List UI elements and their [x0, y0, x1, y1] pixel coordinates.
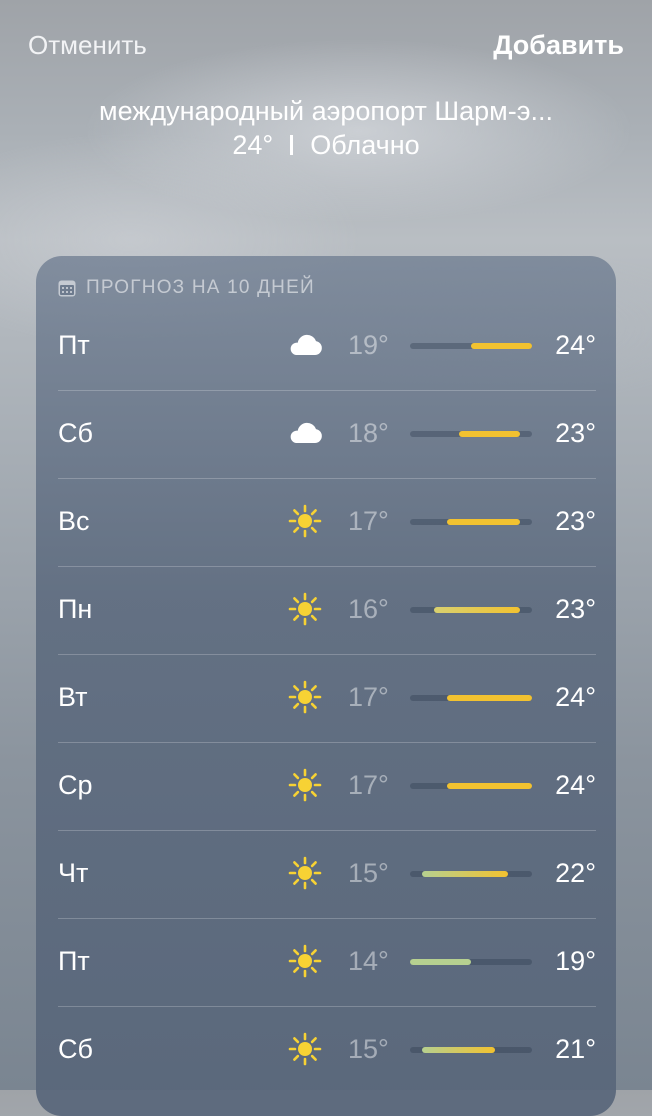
cancel-button[interactable]: Отменить: [28, 30, 147, 61]
separator: [290, 135, 294, 155]
row-divider: [58, 830, 596, 831]
temperature-range-bar: [410, 1047, 532, 1053]
day-label: Вс: [58, 506, 90, 536]
temperature-range-fill: [410, 959, 471, 965]
cloud-icon: [286, 328, 324, 362]
day-label: Сб: [58, 1034, 93, 1064]
temperature-range-fill: [446, 519, 520, 525]
high-temperature: 23°: [555, 506, 596, 536]
temperature-range-bar: [410, 871, 532, 877]
sun-icon: [286, 856, 324, 890]
day-label: Пт: [58, 946, 90, 976]
sun-icon: [286, 504, 324, 538]
forecast-row: Ср 17° 24°: [58, 742, 596, 830]
temperature-range-fill: [422, 1047, 496, 1053]
high-temperature: 19°: [555, 946, 596, 976]
forecast-row: Чт 15° 22°: [58, 830, 596, 918]
temperature-range-bar: [410, 431, 532, 437]
day-label: Вт: [58, 682, 88, 712]
high-temperature: 22°: [555, 858, 596, 888]
sun-icon: [286, 768, 324, 802]
forecast-row: Пт 14° 19°: [58, 918, 596, 1006]
day-label: Ср: [58, 770, 93, 800]
low-temperature: 17°: [348, 506, 389, 536]
temperature-range-bar: [410, 519, 532, 525]
cloud-icon: [286, 416, 324, 450]
high-temperature: 24°: [555, 330, 596, 360]
forecast-card[interactable]: ПРОГНОЗ НА 10 ДНЕЙ Пт 19° 24° Сб 18° 23° Вс 17°…: [36, 256, 616, 1116]
forecast-title: ПРОГНОЗ НА 10 ДНЕЙ: [86, 277, 315, 298]
high-temperature: 23°: [555, 594, 596, 624]
temperature-range-fill: [446, 695, 532, 701]
add-button[interactable]: Добавить: [493, 30, 624, 61]
high-temperature: 21°: [555, 1034, 596, 1064]
current-condition: Облачно: [310, 130, 420, 160]
current-temperature: 24°: [232, 130, 274, 160]
high-temperature: 24°: [555, 682, 596, 712]
row-divider: [58, 1006, 596, 1007]
low-temperature: 16°: [348, 594, 389, 624]
temperature-range-bar: [410, 783, 532, 789]
day-label: Чт: [58, 858, 89, 888]
low-temperature: 18°: [348, 418, 389, 448]
day-label: Пт: [58, 330, 90, 360]
forecast-row: Сб 15° 21°: [58, 1006, 596, 1094]
low-temperature: 17°: [348, 682, 389, 712]
temperature-range-fill: [434, 607, 520, 613]
forecast-row: Пн 16° 23°: [58, 566, 596, 654]
row-divider: [58, 478, 596, 479]
low-temperature: 17°: [348, 770, 389, 800]
row-divider: [58, 390, 596, 391]
high-temperature: 24°: [555, 770, 596, 800]
low-temperature: 14°: [348, 946, 389, 976]
current-weather-summary: 24° Облачно: [0, 130, 652, 161]
sun-icon: [286, 944, 324, 978]
row-divider: [58, 654, 596, 655]
temperature-range-fill: [446, 783, 532, 789]
sun-icon: [286, 592, 324, 626]
low-temperature: 15°: [348, 1034, 389, 1064]
temperature-range-bar: [410, 695, 532, 701]
forecast-header: ПРОГНОЗ НА 10 ДНЕЙ: [58, 276, 315, 300]
low-temperature: 15°: [348, 858, 389, 888]
forecast-row: Пт 19° 24°: [58, 302, 596, 390]
temperature-range-bar: [410, 343, 532, 349]
sun-icon: [286, 680, 324, 714]
calendar-icon: [58, 280, 76, 296]
forecast-row: Вс 17° 23°: [58, 478, 596, 566]
forecast-row: Сб 18° 23°: [58, 390, 596, 478]
temperature-range-bar: [410, 607, 532, 613]
sun-icon: [286, 1032, 324, 1066]
location-name: международный аэропорт Шарм-э...: [99, 96, 553, 126]
high-temperature: 23°: [555, 418, 596, 448]
temperature-range-fill: [458, 431, 520, 437]
row-divider: [58, 918, 596, 919]
forecast-row: Вт 17° 24°: [58, 654, 596, 742]
row-divider: [58, 566, 596, 567]
day-label: Сб: [58, 418, 93, 448]
temperature-range-fill: [471, 343, 532, 349]
day-label: Пн: [58, 594, 93, 624]
low-temperature: 19°: [348, 330, 389, 360]
temperature-range-fill: [422, 871, 508, 877]
temperature-range-bar: [410, 959, 532, 965]
row-divider: [58, 742, 596, 743]
